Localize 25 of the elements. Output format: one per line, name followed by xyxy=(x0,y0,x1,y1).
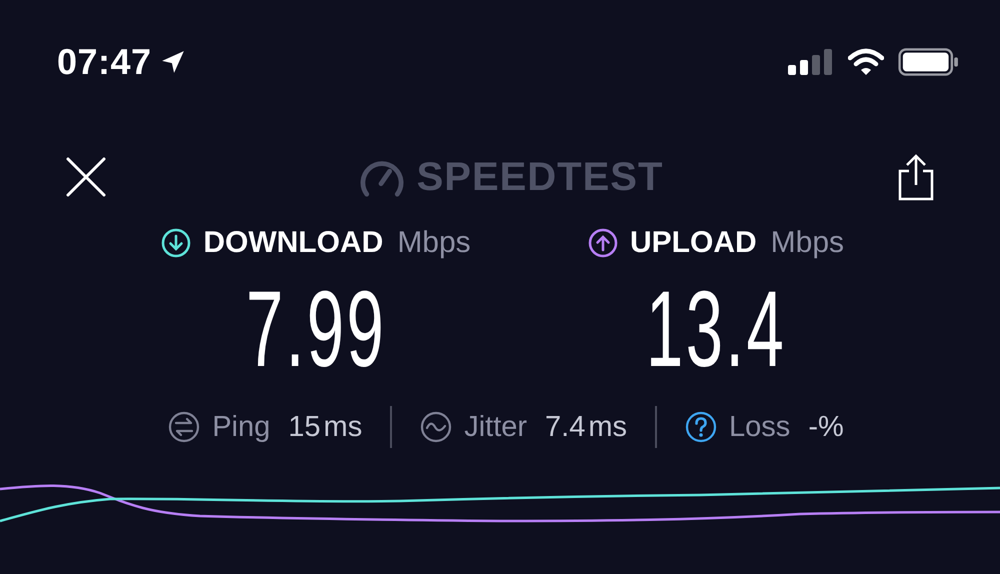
unit-label: Mbps xyxy=(397,226,471,260)
metric-value: 15 xyxy=(288,410,321,444)
metric-value: 7.4 xyxy=(545,410,586,444)
unit-label: Mbps xyxy=(770,226,844,260)
result-label: DOWNLOAD xyxy=(203,226,384,260)
result-label: UPLOAD xyxy=(630,226,757,260)
metric-label: Loss xyxy=(729,410,790,444)
speed-value: 13.4 xyxy=(646,275,786,383)
speedtest-logo: SPEEDTEST xyxy=(416,154,664,200)
metric-value: -% xyxy=(808,410,844,444)
signal-icon xyxy=(788,49,834,75)
location-arrow-icon xyxy=(160,49,186,75)
speed-value: 7.99 xyxy=(246,275,386,383)
close-button[interactable] xyxy=(66,157,106,197)
metric-label: Jitter xyxy=(464,410,528,444)
ping-icon xyxy=(168,411,200,443)
share-button[interactable] xyxy=(896,153,936,201)
metric-unit: ms xyxy=(324,410,362,444)
status-time: 07:47 xyxy=(57,41,152,83)
battery-icon xyxy=(898,48,960,76)
metric-label: Ping xyxy=(212,410,270,444)
metric-unit: ms xyxy=(588,410,628,444)
wifi-icon xyxy=(848,48,884,76)
help-icon xyxy=(685,411,718,443)
jitter-icon xyxy=(420,411,452,443)
